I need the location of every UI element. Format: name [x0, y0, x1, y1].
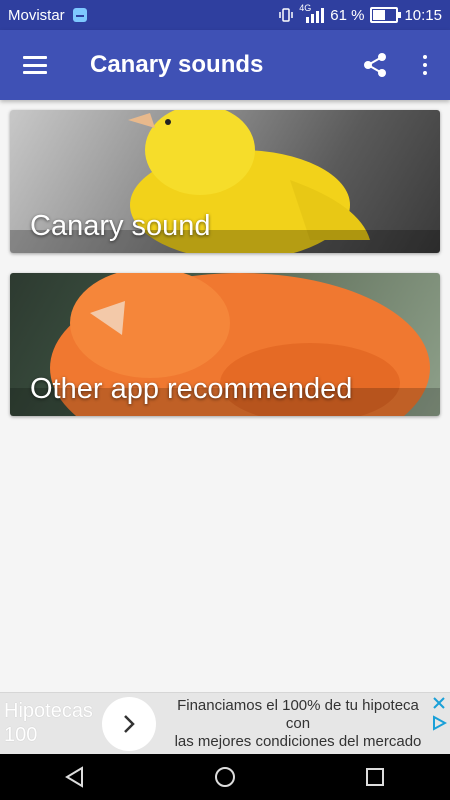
adchoices-icon[interactable]: [431, 715, 447, 731]
ad-brand: Hipotecas 100: [4, 700, 93, 746]
network-type: 4G: [299, 3, 312, 13]
hamburger-menu-icon: [23, 56, 47, 74]
signal-icon: 4G: [299, 3, 325, 23]
canary-sound-card[interactable]: Canary sound: [10, 110, 440, 253]
other-app-recommended-card[interactable]: Other app recommended: [10, 273, 440, 416]
status-bar: Movistar 4G 61 % 10:15: [0, 0, 450, 30]
share-icon: [364, 53, 386, 77]
page-title: Canary sounds: [90, 51, 264, 78]
battery-percent: 61 %: [330, 6, 365, 24]
share-button[interactable]: [350, 30, 400, 100]
close-icon[interactable]: [431, 695, 447, 711]
clock: 10:15: [404, 6, 442, 24]
chevron-right-icon: [124, 715, 135, 733]
vibrate-icon: [279, 8, 293, 22]
back-button[interactable]: [45, 754, 105, 800]
app-bar: Canary sounds: [0, 30, 450, 100]
more-vert-icon: [423, 55, 427, 75]
overflow-menu-button[interactable]: [400, 30, 450, 100]
ad-subline: las mejores condiciones del mercado: [174, 733, 422, 750]
recents-button[interactable]: [345, 754, 405, 800]
carrier-name: Movistar: [8, 6, 65, 24]
ad-banner[interactable]: Hipotecas 100 Financiamos el 100% de tu …: [0, 692, 450, 766]
system-nav-bar: [0, 754, 450, 800]
back-triangle-icon: [65, 766, 83, 788]
battery-icon: [370, 7, 402, 23]
ad-open-button[interactable]: [102, 697, 156, 751]
battery-fill: [373, 10, 386, 20]
card-label: Other app recommended: [30, 373, 353, 405]
recents-square-icon: [366, 768, 384, 786]
home-circle-icon: [215, 767, 235, 787]
menu-button[interactable]: [0, 30, 70, 100]
card-label: Canary sound: [30, 210, 211, 242]
download-notification-icon: [72, 8, 87, 22]
home-button[interactable]: [195, 754, 255, 800]
ad-headline: Financiamos el 100% de tu hipoteca con: [177, 697, 419, 732]
